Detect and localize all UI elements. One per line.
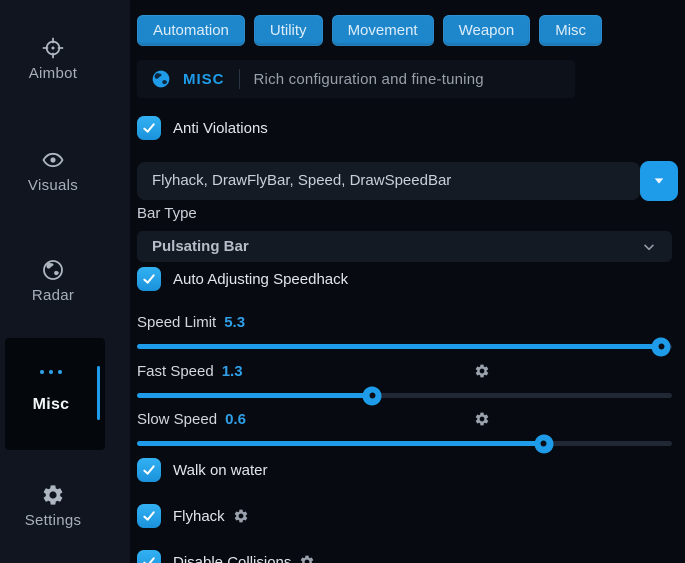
divider: [239, 69, 240, 89]
toggle-label: Walk on water: [173, 462, 267, 479]
slider-value: 5.3: [224, 314, 245, 331]
sidebar-item-label: Visuals: [0, 177, 106, 194]
gear-icon[interactable]: [299, 554, 315, 563]
slider-label: Fast Speed: [137, 363, 214, 380]
sidebar-item-label: Settings: [0, 512, 106, 529]
multiselect-value[interactable]: Flyhack, DrawFlyBar, Speed, DrawSpeedBar: [137, 162, 640, 200]
globe-icon: [151, 69, 171, 89]
section-title: MISC: [183, 71, 225, 88]
checkbox-checked-icon[interactable]: [137, 458, 161, 482]
slider-thumb[interactable]: [363, 386, 382, 405]
checkbox-checked-icon[interactable]: [137, 267, 161, 291]
sidebar: Aimbot Visuals Radar: [0, 0, 130, 563]
gear-icon[interactable]: [474, 363, 490, 379]
active-indicator: [97, 366, 100, 420]
bar-type-value: Pulsating Bar: [152, 238, 641, 255]
crosshair-icon: [0, 36, 106, 60]
bar-type-select[interactable]: Pulsating Bar: [137, 231, 672, 262]
category-tabs: Automation Utility Movement Weapon Misc: [137, 15, 602, 46]
checkbox-checked-icon[interactable]: [137, 116, 161, 140]
slow-speed-header: Slow Speed 0.6: [137, 411, 672, 428]
slider-fill: [137, 393, 372, 398]
sidebar-item-label: Misc: [5, 396, 97, 414]
fast-speed-slider[interactable]: [137, 393, 672, 398]
multiselect-dropdown-button[interactable]: [640, 161, 678, 201]
tab-weapon[interactable]: Weapon: [443, 15, 531, 46]
gear-icon[interactable]: [474, 411, 490, 427]
toggle-label: Disable Collisions: [173, 554, 291, 563]
disable-collisions-toggle[interactable]: Disable Collisions: [137, 550, 315, 563]
tab-utility[interactable]: Utility: [254, 15, 323, 46]
auto-adjusting-speedhack-toggle[interactable]: Auto Adjusting Speedhack: [137, 267, 348, 291]
tab-misc[interactable]: Misc: [539, 15, 602, 46]
sidebar-item-radar[interactable]: Radar: [0, 258, 106, 304]
speed-limit-header: Speed Limit 5.3: [137, 314, 672, 331]
globe-icon: [0, 258, 106, 282]
slow-speed-slider[interactable]: [137, 441, 672, 446]
toggle-label: Anti Violations: [173, 120, 268, 137]
toggle-label: Auto Adjusting Speedhack: [173, 271, 348, 288]
sidebar-item-misc-selected[interactable]: Misc: [5, 338, 105, 450]
gear-icon: [0, 483, 106, 507]
slider-label: Speed Limit: [137, 314, 216, 331]
section-header: MISC Rich configuration and fine-tuning: [137, 60, 575, 98]
fast-speed-header: Fast Speed 1.3: [137, 363, 672, 380]
slider-value: 0.6: [225, 411, 246, 428]
checkbox-checked-icon[interactable]: [137, 504, 161, 528]
slider-thumb[interactable]: [534, 434, 553, 453]
slider-fill: [137, 344, 661, 349]
tab-movement[interactable]: Movement: [332, 15, 434, 46]
anti-violations-toggle[interactable]: Anti Violations: [137, 116, 268, 140]
walk-on-water-toggle[interactable]: Walk on water: [137, 458, 267, 482]
ellipsis-icon: [5, 370, 97, 374]
slider-value: 1.3: [222, 363, 243, 380]
bar-type-label: Bar Type: [137, 205, 197, 222]
flags-multiselect: Flyhack, DrawFlyBar, Speed, DrawSpeedBar: [137, 161, 678, 201]
tab-automation[interactable]: Automation: [137, 15, 245, 46]
sidebar-item-settings[interactable]: Settings: [0, 483, 106, 529]
sidebar-item-label: Aimbot: [0, 65, 106, 82]
slider-thumb[interactable]: [652, 337, 671, 356]
sidebar-item-visuals[interactable]: Visuals: [0, 148, 106, 194]
sidebar-item-aimbot[interactable]: Aimbot: [0, 36, 106, 82]
flyhack-toggle[interactable]: Flyhack: [137, 504, 249, 528]
speed-limit-slider[interactable]: [137, 344, 672, 349]
gear-icon[interactable]: [233, 508, 249, 524]
toggle-label: Flyhack: [173, 508, 225, 525]
sidebar-item-label: Radar: [0, 287, 106, 304]
chevron-down-icon: [641, 239, 657, 255]
triangle-down-icon: [651, 173, 667, 189]
checkbox-checked-icon[interactable]: [137, 550, 161, 563]
slider-fill: [137, 441, 544, 446]
section-subtitle: Rich configuration and fine-tuning: [254, 71, 484, 88]
cheat-menu-window: Aimbot Visuals Radar: [0, 0, 685, 563]
eye-icon: [0, 148, 106, 172]
slider-label: Slow Speed: [137, 411, 217, 428]
